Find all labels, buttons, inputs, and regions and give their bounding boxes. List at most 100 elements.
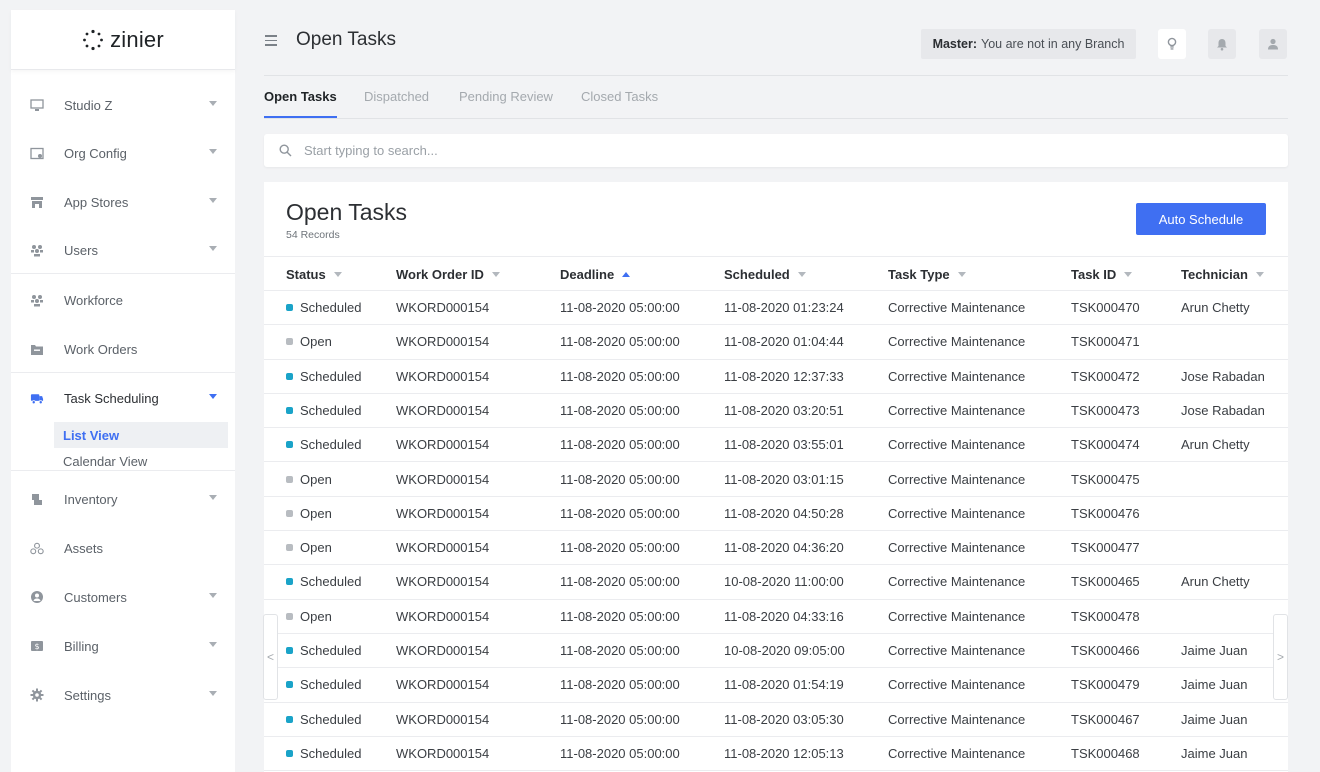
table-row[interactable]: Scheduled WKORD000154 11-08-2020 05:00:00 1… xyxy=(264,668,1288,703)
column-header-technician[interactable]: Technician xyxy=(1181,267,1264,282)
sidebar-subitem-list-view[interactable]: List View xyxy=(54,422,228,448)
cell-scheduled: 11-08-2020 04:36:20 xyxy=(724,540,844,556)
sidebar-item-assets[interactable]: Assets xyxy=(11,532,235,564)
tab-open-tasks[interactable]: Open Tasks xyxy=(264,89,337,118)
status-text: Scheduled xyxy=(300,368,362,384)
sidebar-item-customers[interactable]: Customers xyxy=(11,581,235,613)
column-header-work-order-id[interactable]: Work Order ID xyxy=(396,267,500,282)
column-header-label: Task ID xyxy=(1071,267,1117,282)
search-input[interactable] xyxy=(304,143,1204,158)
chevron-down-icon xyxy=(209,101,217,106)
sidebar-item-inventory[interactable]: Inventory xyxy=(11,483,235,515)
cell-status: Open xyxy=(286,506,332,521)
sidebar-item-label: Workforce xyxy=(64,292,123,308)
column-header-task-type[interactable]: Task Type xyxy=(888,267,966,282)
status-text: Scheduled xyxy=(300,437,362,453)
sidebar-item-workforce[interactable]: Workforce xyxy=(11,284,235,316)
table-row[interactable]: Open WKORD000154 11-08-2020 05:00:00 11-08-… xyxy=(264,531,1288,566)
chevron-down-icon xyxy=(209,495,217,500)
lightbulb-button[interactable] xyxy=(1158,29,1186,59)
sidebar-item-users[interactable]: Users xyxy=(11,234,235,266)
tab-closed-tasks[interactable]: Closed Tasks xyxy=(581,89,658,118)
table-row[interactable]: Open WKORD000154 11-08-2020 05:00:00 11-08-… xyxy=(264,497,1288,532)
tab-pending-review[interactable]: Pending Review xyxy=(459,89,553,118)
status-dot-icon xyxy=(286,715,293,723)
status-dot-icon xyxy=(286,647,293,654)
table-row[interactable]: Scheduled WKORD000154 11-08-2020 05:00:00 1… xyxy=(264,360,1288,394)
table-row[interactable]: Scheduled WKORD000154 11-08-2020 05:00:00 1… xyxy=(264,703,1288,737)
status-dot-icon xyxy=(286,544,293,552)
table-row[interactable]: Open WKORD000154 11-08-2020 05:00:00 11-08-… xyxy=(264,463,1288,497)
column-header-label: Task Type xyxy=(888,267,950,282)
scroll-right-button[interactable]: > xyxy=(1273,614,1288,700)
column-header-scheduled[interactable]: Scheduled xyxy=(724,267,806,282)
cell-task-id: TSK000473 xyxy=(1071,402,1140,418)
cell-status: Open xyxy=(286,540,332,555)
cell-deadline: 11-08-2020 05:00:00 xyxy=(560,677,680,693)
logo[interactable]: zinier xyxy=(11,10,235,70)
users-icon xyxy=(30,243,44,257)
table-row[interactable]: Scheduled WKORD000154 11-08-2020 05:00:00 1… xyxy=(264,565,1288,600)
table-row[interactable]: Open WKORD000154 11-08-2020 05:00:00 11-08-… xyxy=(264,600,1288,634)
cell-status: Scheduled xyxy=(286,574,361,589)
tab-dispatched[interactable]: Dispatched xyxy=(364,89,429,118)
sidebar-item-task-scheduling[interactable]: Task Scheduling xyxy=(11,382,235,414)
cell-scheduled: 10-08-2020 11:00:00 xyxy=(724,574,844,590)
scroll-left-button[interactable]: < xyxy=(263,614,278,700)
table-row[interactable]: Scheduled WKORD000154 11-08-2020 05:00:00 1… xyxy=(264,291,1288,326)
sidebar-item-label: Studio Z xyxy=(64,97,113,113)
chevron-down-icon xyxy=(209,642,217,647)
cell-work-order-id: WKORD000154 xyxy=(396,745,490,761)
cell-scheduled: 11-08-2020 04:50:28 xyxy=(724,505,844,521)
chevron-down-icon xyxy=(209,149,217,154)
table-row[interactable]: Open WKORD000154 11-08-2020 05:00:00 11-08-… xyxy=(264,325,1288,360)
column-header-task-id[interactable]: Task ID xyxy=(1071,267,1133,282)
cell-work-order-id: WKORD000154 xyxy=(396,643,490,658)
sidebar-item-billing[interactable]: $ Billing xyxy=(11,630,235,662)
chevron-down-icon xyxy=(209,198,217,203)
sidebar-item-org-config[interactable]: Org Config xyxy=(11,137,235,169)
cell-task-id: TSK000470 xyxy=(1071,300,1140,315)
table-row[interactable]: Scheduled WKORD000154 11-08-2020 05:00:00 1… xyxy=(264,428,1288,463)
cell-task-type: Corrective Maintenance xyxy=(888,471,1026,487)
cell-scheduled: 11-08-2020 01:04:44 xyxy=(724,334,844,350)
cell-scheduled: 11-08-2020 03:05:30 xyxy=(724,711,844,727)
table-row[interactable]: Scheduled WKORD000154 11-08-2020 05:00:00 1… xyxy=(264,737,1288,772)
sidebar-item-label: Org Config xyxy=(64,145,127,161)
sidebar-item-app-stores[interactable]: App Stores xyxy=(11,186,235,218)
cell-work-order-id: WKORD000154 xyxy=(396,300,490,315)
status-text: Scheduled xyxy=(300,402,362,418)
table-row[interactable]: Scheduled WKORD000154 11-08-2020 05:00:00 1… xyxy=(264,634,1288,669)
customer-icon xyxy=(30,590,44,604)
store-icon xyxy=(30,195,44,209)
cell-scheduled: 11-08-2020 12:37:33 xyxy=(724,368,844,384)
sidebar-item-settings[interactable]: Settings xyxy=(11,679,235,711)
sort-icon xyxy=(957,272,966,277)
panel-title: Open Tasks xyxy=(286,199,408,225)
sidebar-divider xyxy=(11,273,235,274)
cell-status: Scheduled xyxy=(286,746,361,761)
cell-technician: Arun Chetty xyxy=(1181,300,1250,315)
column-header-status[interactable]: Status xyxy=(286,267,342,282)
cell-status: Scheduled xyxy=(286,300,361,315)
cell-work-order-id: WKORD000154 xyxy=(396,368,490,384)
sidebar-item-studio-z[interactable]: Studio Z xyxy=(11,89,235,121)
sidebar: zinier Studio Z Org Config App Stores Users… xyxy=(11,10,235,772)
notifications-button[interactable] xyxy=(1208,29,1236,59)
cell-status: Scheduled xyxy=(286,712,361,727)
cell-task-type: Corrective Maintenance xyxy=(888,437,1026,453)
column-header-deadline[interactable]: Deadline xyxy=(560,267,631,282)
cell-deadline: 11-08-2020 05:00:00 xyxy=(560,711,680,727)
menu-icon[interactable] xyxy=(265,35,277,49)
chevron-down-icon xyxy=(209,246,217,251)
cell-task-type: Corrective Maintenance xyxy=(888,643,1026,658)
cell-scheduled: 11-08-2020 01:54:19 xyxy=(724,677,844,693)
sidebar-item-work-orders[interactable]: Work Orders xyxy=(11,333,235,365)
profile-button[interactable] xyxy=(1259,29,1287,59)
sidebar-subitem-calendar-view[interactable]: Calendar View xyxy=(54,448,228,474)
branch-indicator[interactable]: Master: You are not in any Branch xyxy=(921,29,1136,59)
table-row[interactable]: Scheduled WKORD000154 11-08-2020 05:00:00 1… xyxy=(264,394,1288,429)
auto-schedule-button[interactable]: Auto Schedule xyxy=(1136,203,1266,235)
cell-status: Open xyxy=(286,609,332,624)
cell-deadline: 11-08-2020 05:00:00 xyxy=(560,368,680,384)
